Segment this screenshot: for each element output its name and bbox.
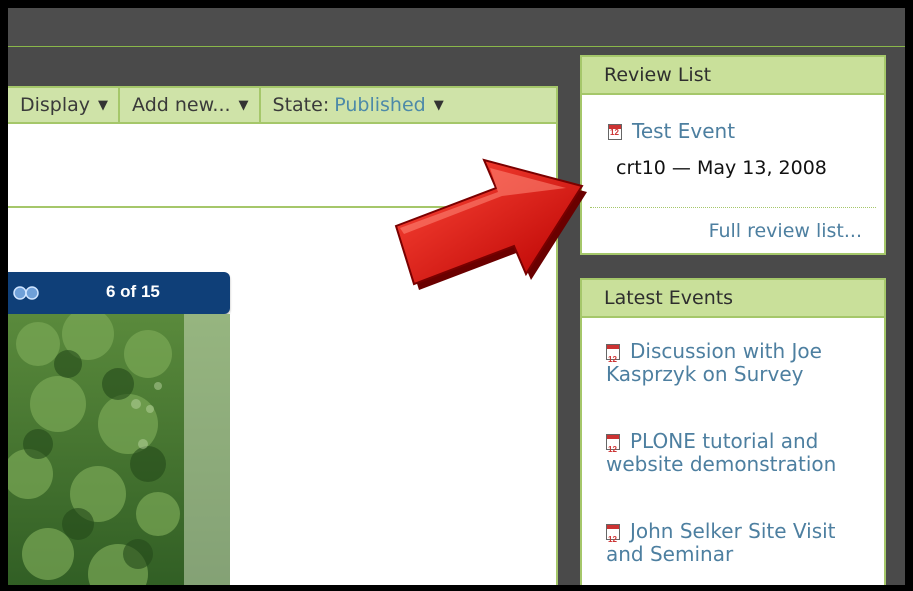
review-list-portlet: Review List Test Event crt10 — May 13, 2… <box>580 55 886 255</box>
add-new-menu-label: Add new... <box>132 94 231 116</box>
event-link[interactable]: John Selker Site Visit and Seminar <box>606 519 836 566</box>
state-menu[interactable]: State: Published ▼ <box>261 88 454 122</box>
full-review-list-link[interactable]: Full review list... <box>709 220 862 242</box>
event-link[interactable]: PLONE tutorial and website demonstration <box>606 429 836 476</box>
calendar-icon <box>606 344 620 371</box>
slideshow-bar: 6 of 15 <box>8 272 230 314</box>
screenshot-frame: Display ▼ Add new... ▼ State: Published … <box>8 8 905 585</box>
calendar-icon <box>606 434 620 461</box>
review-item-meta: crt10 — May 13, 2008 <box>616 157 827 179</box>
review-item-link[interactable]: Test Event <box>632 119 735 143</box>
add-new-menu[interactable]: Add new... ▼ <box>120 88 261 122</box>
calendar-icon <box>608 124 622 140</box>
slideshow-nav-icon[interactable] <box>12 284 42 302</box>
slideshow-photo <box>8 314 230 585</box>
content-actions-bar: Display ▼ Add new... ▼ State: Published … <box>8 86 556 124</box>
review-list-title: Review List <box>582 57 884 95</box>
event-link[interactable]: Discussion with Joe Kasprzyk on Survey <box>606 339 822 386</box>
event-list-item[interactable]: PLONE tutorial and website demonstration <box>606 430 866 476</box>
slideshow-counter: 6 of 15 <box>106 282 160 301</box>
chevron-down-icon: ▼ <box>433 97 444 113</box>
top-bar <box>8 8 905 47</box>
forest-photo-image <box>8 314 230 585</box>
event-list-item[interactable]: John Selker Site Visit and Seminar <box>606 520 866 566</box>
review-list-divider <box>590 207 876 208</box>
display-menu-label: Display <box>20 94 91 116</box>
display-menu[interactable]: Display ▼ <box>8 88 121 122</box>
latest-events-title: Latest Events <box>582 280 884 318</box>
state-value: Published <box>334 94 426 116</box>
calendar-icon <box>606 524 620 551</box>
chevron-down-icon: ▼ <box>238 97 249 113</box>
event-list-item[interactable]: Discussion with Joe Kasprzyk on Survey <box>606 340 866 386</box>
state-menu-label: State: <box>272 94 330 116</box>
latest-events-portlet: Latest Events Discussion with Joe Kasprz… <box>580 278 886 585</box>
red-arrow-annotation <box>394 158 587 290</box>
chevron-down-icon: ▼ <box>98 97 109 113</box>
review-list-item[interactable]: Test Event <box>608 119 735 143</box>
